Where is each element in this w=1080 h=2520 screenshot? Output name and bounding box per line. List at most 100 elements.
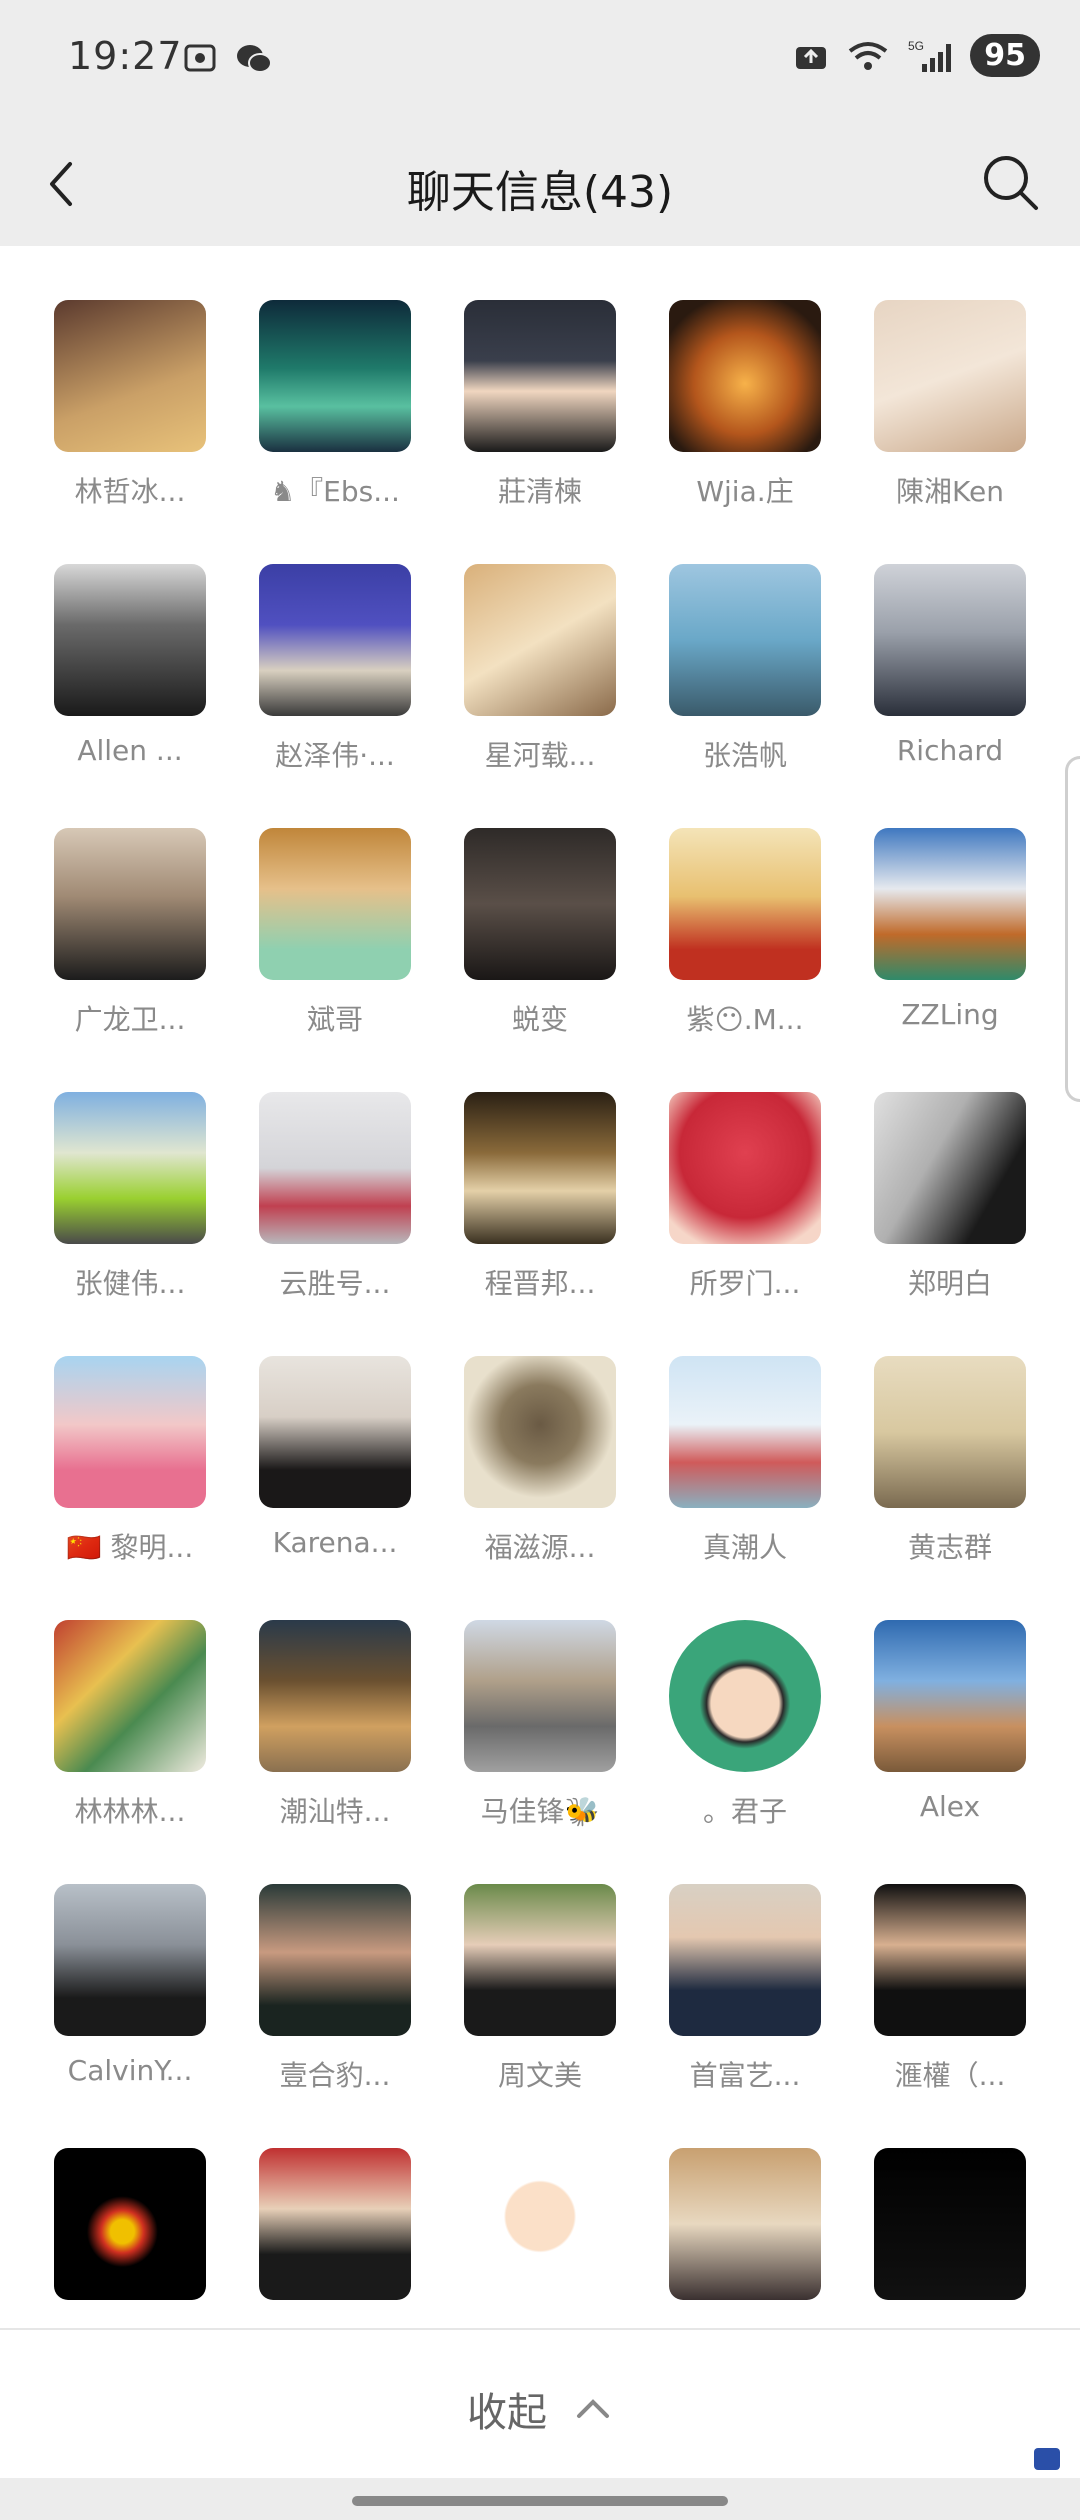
member-item[interactable]: 马佳锋🐝 <box>464 1620 616 1884</box>
member-name: Alex <box>919 1790 981 1823</box>
member-item[interactable]: 壹合豹... <box>259 1884 411 2148</box>
member-avatar[interactable] <box>669 1620 821 1772</box>
member-name: 黄志群 <box>907 1531 992 1564</box>
member-item[interactable]: CalvinY... <box>54 1884 206 2148</box>
member-avatar[interactable] <box>54 1356 206 1508</box>
member-avatar[interactable] <box>464 1356 616 1508</box>
search-icon[interactable] <box>978 150 1042 214</box>
member-item[interactable]: 所罗门... <box>669 1092 821 1356</box>
member-item[interactable]: 程晋邦... <box>464 1092 616 1356</box>
member-avatar[interactable] <box>874 1620 1026 1772</box>
member-avatar[interactable] <box>874 2148 1026 2300</box>
member-name: 斌哥 <box>306 1003 363 1036</box>
member-avatar[interactable] <box>669 1356 821 1508</box>
member-item[interactable]: 真潮人 <box>669 1356 821 1620</box>
member-avatar[interactable] <box>669 1092 821 1244</box>
member-avatar[interactable] <box>874 564 1026 716</box>
member-avatar[interactable] <box>464 2148 616 2300</box>
member-avatar[interactable] <box>54 828 206 980</box>
member-avatar[interactable] <box>259 828 411 980</box>
member-item[interactable] <box>54 2148 206 2328</box>
member-item[interactable]: 首富艺... <box>669 1884 821 2148</box>
member-name: 🇨🇳 黎明... <box>66 1531 194 1564</box>
member-name: 首富艺... <box>689 2059 801 2092</box>
member-avatar[interactable] <box>54 1620 206 1772</box>
member-item[interactable]: 张浩帆 <box>669 564 821 828</box>
member-item[interactable] <box>874 2148 1026 2328</box>
member-avatar[interactable] <box>259 564 411 716</box>
member-item[interactable]: 🇨🇳 黎明... <box>54 1356 206 1620</box>
member-item[interactable]: 潮汕特... <box>259 1620 411 1884</box>
member-item[interactable]: Richard <box>874 564 1026 828</box>
member-avatar[interactable] <box>464 300 616 452</box>
member-name: 马佳锋🐝 <box>480 1795 600 1828</box>
member-item[interactable]: Alex <box>874 1620 1026 1884</box>
member-avatar[interactable] <box>464 1092 616 1244</box>
member-avatar[interactable] <box>874 1884 1026 2036</box>
member-avatar[interactable] <box>464 1620 616 1772</box>
member-item[interactable]: 广龙卫... <box>54 828 206 1092</box>
member-avatar[interactable] <box>54 564 206 716</box>
member-name: Wjia.庄 <box>696 475 794 508</box>
scroll-indicator[interactable] <box>1065 756 1080 1102</box>
member-item[interactable]: 福滋源... <box>464 1356 616 1620</box>
home-indicator[interactable] <box>352 2496 728 2506</box>
member-item[interactable]: 林哲冰... <box>54 300 206 564</box>
member-name: 莊清楝 <box>497 475 582 508</box>
member-avatar[interactable] <box>259 1092 411 1244</box>
member-avatar[interactable] <box>259 300 411 452</box>
member-item[interactable]: 云胜号... <box>259 1092 411 1356</box>
member-avatar[interactable] <box>874 300 1026 452</box>
floating-badge-icon[interactable] <box>1034 2448 1060 2470</box>
member-item[interactable]: 林林林... <box>54 1620 206 1884</box>
member-item[interactable]: ZZLing <box>874 828 1026 1092</box>
member-name: Richard <box>896 734 1004 767</box>
member-avatar[interactable] <box>874 1092 1026 1244</box>
member-avatar[interactable] <box>464 564 616 716</box>
member-avatar[interactable] <box>669 1884 821 2036</box>
member-item[interactable]: Allen ... <box>54 564 206 828</box>
member-item[interactable]: Karena... <box>259 1356 411 1620</box>
member-item[interactable]: 蜕变 <box>464 828 616 1092</box>
member-name: 所罗门... <box>689 1267 801 1300</box>
member-avatar[interactable] <box>669 300 821 452</box>
member-avatar[interactable] <box>669 2148 821 2300</box>
member-avatar[interactable] <box>54 300 206 452</box>
member-item[interactable]: 莊清楝 <box>464 300 616 564</box>
member-item[interactable]: 星河载... <box>464 564 616 828</box>
member-item[interactable]: 张健伟... <box>54 1092 206 1356</box>
member-avatar[interactable] <box>464 1884 616 2036</box>
member-item[interactable]: 郑明白 <box>874 1092 1026 1356</box>
members-panel: 林哲冰... ♞『Ebs... 莊清楝 Wjia.庄 陳湘Ken Allen ... 赵泽伟… <box>0 246 1080 2328</box>
member-avatar[interactable] <box>54 2148 206 2300</box>
member-name: 林林林... <box>74 1795 186 1828</box>
member-item[interactable]: 周文美 <box>464 1884 616 2148</box>
member-item[interactable]: 黄志群 <box>874 1356 1026 1620</box>
member-item[interactable]: 滙權（... <box>874 1884 1026 2148</box>
member-item[interactable] <box>464 2148 616 2328</box>
member-avatar[interactable] <box>259 2148 411 2300</box>
member-name: 张健伟... <box>74 1267 186 1300</box>
member-item[interactable]: Wjia.庄 <box>669 300 821 564</box>
member-avatar[interactable] <box>259 1356 411 1508</box>
member-avatar[interactable] <box>669 828 821 980</box>
member-item[interactable]: 赵泽伟·... <box>259 564 411 828</box>
member-avatar[interactable] <box>874 1356 1026 1508</box>
member-item[interactable]: 紫😶.M... <box>669 828 821 1092</box>
member-item[interactable] <box>259 2148 411 2328</box>
member-avatar[interactable] <box>874 828 1026 980</box>
member-item[interactable]: 。君子 <box>669 1620 821 1884</box>
member-avatar[interactable] <box>259 1620 411 1772</box>
member-item[interactable]: 斌哥 <box>259 828 411 1092</box>
member-item[interactable]: ♞『Ebs... <box>259 300 411 564</box>
collapse-button[interactable]: 收起 <box>0 2380 1080 2438</box>
member-name: 星河载... <box>484 739 596 772</box>
member-name: 蜕变 <box>511 1003 568 1036</box>
member-avatar[interactable] <box>669 564 821 716</box>
member-avatar[interactable] <box>259 1884 411 2036</box>
member-avatar[interactable] <box>464 828 616 980</box>
member-avatar[interactable] <box>54 1884 206 2036</box>
member-item[interactable]: 陳湘Ken <box>874 300 1026 564</box>
member-item[interactable] <box>669 2148 821 2328</box>
member-avatar[interactable] <box>54 1092 206 1244</box>
